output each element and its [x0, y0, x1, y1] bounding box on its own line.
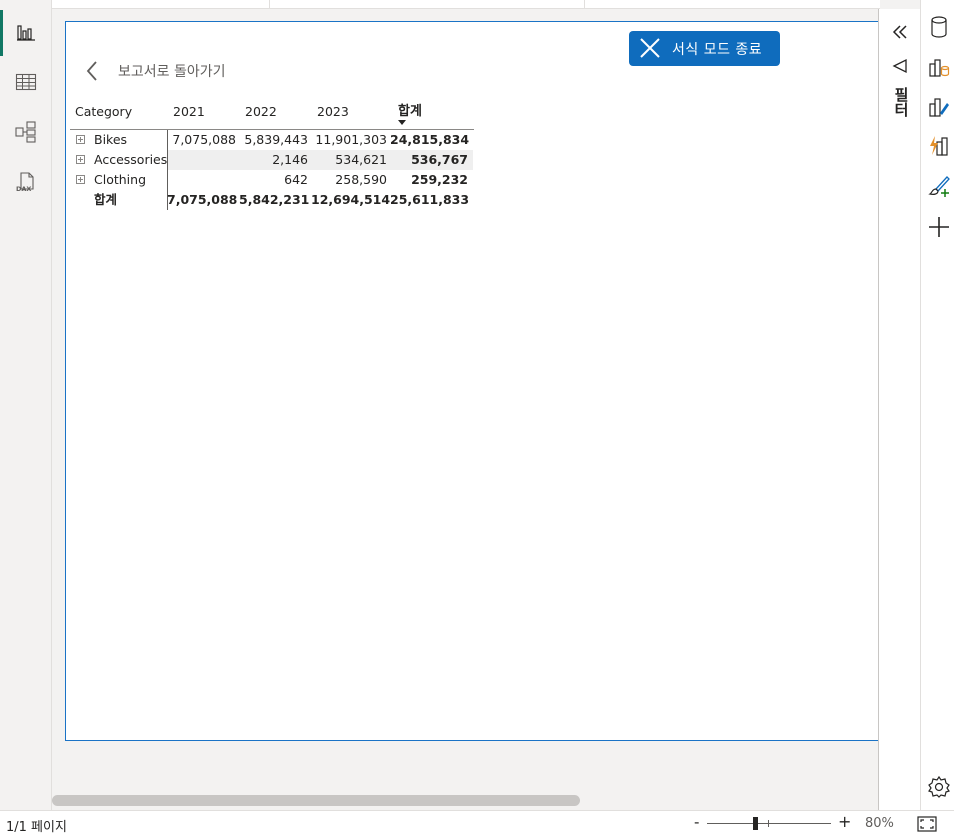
matrix-row-clothing: Clothing 642 258,590 259,232 [70, 170, 474, 190]
matrix-cell: 642 [284, 172, 308, 187]
sort-descending-icon [398, 120, 406, 125]
row-label: Bikes [94, 132, 128, 147]
column-header-category[interactable]: Category [70, 100, 167, 128]
svg-text:DAX: DAX [16, 185, 31, 193]
exit-focus-mode-button[interactable]: 서식 모드 종료 [629, 31, 780, 66]
zoom-slider-default-tick [768, 820, 769, 827]
matrix-cell: 11,901,303 [315, 132, 387, 147]
row-label: Accessories [94, 152, 168, 167]
row-total-cell: 536,767 [411, 152, 468, 167]
top-tab-strip [52, 0, 880, 9]
pane-announce-button[interactable] [889, 55, 911, 77]
tab-divider [584, 0, 585, 9]
chevron-left-icon [86, 61, 97, 81]
zoom-percentage: 80% [865, 816, 894, 831]
row-label: Clothing [94, 172, 147, 187]
matrix-row-accessories: Accessories 2,146 534,621 536,767 [70, 150, 474, 170]
grand-total-sum: 25,611,833 [390, 192, 470, 207]
back-to-report-link[interactable]: 보고서로 돌아가기 [84, 58, 226, 84]
bar-chart-icon [17, 25, 35, 41]
column-header-2022[interactable]: 2022 [239, 100, 311, 128]
model-diagram-icon [15, 121, 36, 143]
tab-divider [269, 0, 270, 9]
zoom-out-button[interactable]: - [694, 813, 699, 831]
active-view-indicator [0, 10, 3, 56]
expand-plus-icon[interactable] [76, 175, 85, 184]
exit-focus-mode-label: 서식 모드 종료 [672, 42, 763, 58]
report-view-button[interactable] [11, 18, 41, 48]
settings-gear-icon[interactable] [927, 775, 951, 799]
left-view-rail: DAX [0, 0, 52, 810]
brush-add-icon[interactable] [927, 174, 951, 198]
grand-total-cell: 5,842,231 [239, 192, 310, 207]
right-pane-switcher [920, 0, 954, 810]
dax-query-view-button[interactable]: DAX [11, 168, 41, 198]
expand-pane-button[interactable] [889, 21, 911, 43]
row-total-cell: 259,232 [411, 172, 468, 187]
grand-total-label: 합계 [94, 192, 118, 207]
matrix-cell: 258,590 [335, 172, 387, 187]
grand-total-cell: 12,694,514 [311, 192, 391, 207]
matrix-cell [167, 170, 239, 190]
horizontal-scrollbar[interactable] [52, 795, 580, 806]
status-bar: 1/1 페이지 - + 80% [0, 810, 954, 836]
data-cylinder-icon[interactable] [927, 15, 951, 39]
expand-plus-icon[interactable] [76, 155, 85, 164]
matrix-cell: 5,839,443 [244, 132, 308, 147]
build-visual-icon[interactable] [927, 55, 951, 79]
matrix-cell: 534,621 [335, 152, 387, 167]
matrix-cell: 2,146 [272, 152, 308, 167]
row-total-cell: 24,815,834 [390, 132, 470, 147]
matrix-visual[interactable]: Category 2021 2022 2023 합계 Bikes 7,075,0… [70, 100, 474, 210]
zoom-slider-thumb[interactable] [753, 817, 758, 830]
format-visual-icon[interactable] [927, 95, 951, 119]
zoom-slider-track[interactable] [707, 823, 831, 824]
filters-pane-collapsed[interactable]: 필터 [878, 9, 920, 810]
table-grid-icon [15, 73, 37, 91]
column-header-2023[interactable]: 2023 [311, 100, 390, 128]
grand-total-cell: 7,075,088 [167, 192, 238, 207]
table-view-button[interactable] [11, 67, 41, 97]
plus-icon[interactable] [927, 215, 951, 239]
fit-to-page-icon[interactable] [917, 816, 937, 832]
dax-icon: DAX [16, 172, 34, 193]
matrix-grand-total-row: 합계 7,075,088 5,842,231 12,694,514 25,611… [70, 190, 474, 210]
app-window: DAX 보고서로 돌아가기 서식 모드 종료 Category 2021 202… [0, 0, 954, 836]
close-icon [640, 38, 660, 58]
matrix-cell: 7,075,088 [172, 132, 236, 147]
matrix-cell [167, 150, 239, 170]
model-view-button[interactable] [11, 117, 41, 147]
matrix-row-bikes: Bikes 7,075,088 5,839,443 11,901,303 24,… [70, 130, 474, 150]
column-header-2021[interactable]: 2021 [167, 100, 239, 128]
expand-plus-icon[interactable] [76, 135, 85, 144]
page-indicator: 1/1 페이지 [6, 820, 67, 835]
megaphone-icon [892, 58, 907, 74]
filters-pane-label: 필터 [892, 87, 910, 117]
back-to-report-label: 보고서로 돌아가기 [118, 64, 226, 80]
double-chevron-left-icon [892, 25, 907, 39]
zoom-in-button[interactable]: + [838, 812, 851, 831]
matrix-header-row: Category 2021 2022 2023 합계 [70, 100, 474, 130]
analytics-icon[interactable] [927, 134, 951, 158]
